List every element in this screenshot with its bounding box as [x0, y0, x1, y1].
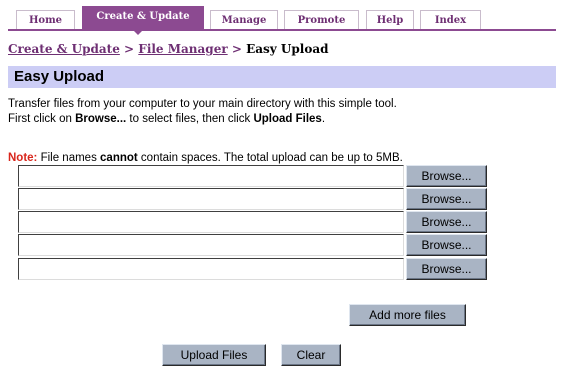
browse-button-3[interactable]: Browse...	[406, 211, 487, 233]
tab-help[interactable]: Help	[366, 10, 414, 30]
breadcrumb-separator: >	[124, 42, 135, 56]
description-bold-upload: Upload Files	[253, 113, 322, 125]
tab-promote[interactable]: Promote	[284, 10, 359, 30]
description-text: .	[321, 113, 326, 125]
browse-button-2[interactable]: Browse...	[406, 188, 487, 210]
file-row-1: Browse...	[18, 165, 488, 187]
tab-underline	[8, 29, 556, 31]
active-tab-pointer	[133, 30, 143, 35]
file-row-5: Browse...	[18, 258, 488, 280]
page-title: Easy Upload	[8, 66, 556, 88]
description-line-2: First click on Browse... to select files…	[8, 112, 397, 127]
note-bold-cannot: cannot	[100, 152, 138, 164]
tab-index[interactable]: Index	[420, 10, 481, 30]
browse-button-1[interactable]: Browse...	[406, 165, 487, 187]
upload-files-button[interactable]: Upload Files	[162, 344, 266, 366]
tab-create-update[interactable]: Create & Update	[82, 6, 204, 30]
note-text: contain spaces. The total upload can be …	[137, 152, 403, 164]
tab-manage[interactable]: Manage	[210, 10, 278, 30]
add-more-files-button[interactable]: Add more files	[349, 304, 466, 326]
browse-button-4[interactable]: Browse...	[406, 234, 487, 256]
description-bold-browse: Browse...	[75, 113, 127, 125]
description: Transfer files from your computer to you…	[8, 97, 397, 127]
browse-button-5[interactable]: Browse...	[406, 258, 487, 280]
file-path-input-3[interactable]	[18, 211, 404, 233]
file-path-input-4[interactable]	[18, 234, 404, 256]
breadcrumb-link-create-update[interactable]: Create & Update	[8, 42, 120, 56]
note-label: Note:	[8, 152, 38, 164]
description-line-1: Transfer files from your computer to you…	[8, 98, 397, 110]
file-path-input-5[interactable]	[18, 258, 404, 280]
breadcrumb-current: Easy Upload	[246, 42, 329, 56]
breadcrumb: Create & Update > File Manager > Easy Up…	[8, 42, 329, 56]
breadcrumb-link-file-manager[interactable]: File Manager	[138, 42, 227, 56]
tab-bar: Home Create & Update Manage Promote Help…	[0, 0, 562, 35]
file-path-input-2[interactable]	[18, 188, 404, 210]
clear-button[interactable]: Clear	[281, 344, 341, 366]
note-text: File names	[37, 152, 101, 164]
description-text: First click on	[8, 113, 76, 125]
file-row-3: Browse...	[18, 211, 488, 233]
file-path-input-1[interactable]	[18, 165, 404, 187]
tab-home[interactable]: Home	[16, 10, 75, 30]
description-text: to select files, then click	[126, 113, 254, 125]
upload-note: Note: File names cannot contain spaces. …	[8, 151, 403, 166]
file-row-2: Browse...	[18, 188, 488, 210]
file-row-4: Browse...	[18, 234, 488, 256]
breadcrumb-separator: >	[231, 42, 242, 56]
